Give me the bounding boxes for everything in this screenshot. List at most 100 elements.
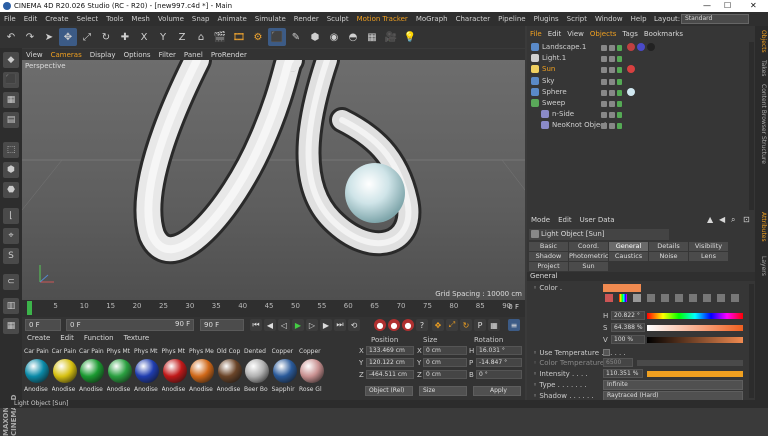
eyedropper-icon[interactable] xyxy=(717,294,725,302)
light-icon[interactable]: 💡 xyxy=(401,28,419,46)
tab-general[interactable]: General xyxy=(609,242,648,251)
menu-mograph[interactable]: MoGraph xyxy=(412,15,452,23)
tab-lens[interactable]: Lens xyxy=(689,252,728,261)
move-plus-icon[interactable]: ✚ xyxy=(116,28,134,46)
object-row[interactable]: Sweep xyxy=(527,98,755,109)
key-position-icon[interactable]: ✥ xyxy=(432,319,444,331)
use-temperature-checkbox[interactable] xyxy=(603,349,610,356)
object-row[interactable]: Sun xyxy=(527,64,755,75)
layer-flag[interactable] xyxy=(601,78,607,85)
menu-snap[interactable]: Snap xyxy=(188,15,214,23)
grid-icon[interactable]: ▥ xyxy=(3,298,19,314)
playhead[interactable] xyxy=(27,301,32,315)
menu-file[interactable]: File xyxy=(0,15,20,23)
material-item[interactable]: Phys Mt Anodise xyxy=(107,348,133,394)
key-scale-icon[interactable]: ⤢ xyxy=(446,319,458,331)
tab-coord[interactable]: Coord. xyxy=(569,242,608,251)
enabled-check[interactable] xyxy=(617,112,622,119)
menu-mesh[interactable]: Mesh xyxy=(127,15,153,23)
rotation-b-field[interactable]: 0 ° xyxy=(476,370,522,379)
material-menu-create[interactable]: Create xyxy=(22,334,55,344)
array-icon[interactable]: ⬢ xyxy=(306,28,324,46)
minimize-button[interactable]: — xyxy=(703,0,711,12)
material-item[interactable]: Car Pain Anodise xyxy=(52,348,78,394)
menu-tools[interactable]: Tools xyxy=(102,15,127,23)
attribute-menu-mode[interactable]: Mode xyxy=(527,216,554,224)
key-help-icon[interactable]: ? xyxy=(416,319,428,331)
viewport-menu-view[interactable]: View xyxy=(22,51,47,59)
end-frame-field[interactable]: 90 F xyxy=(200,319,244,331)
coord-mode-select[interactable]: Object (Rel) xyxy=(365,386,413,396)
menu-animate[interactable]: Animate xyxy=(214,15,251,23)
x-axis-icon[interactable]: X xyxy=(135,28,153,46)
points-mode-icon[interactable]: ⬚ xyxy=(3,142,19,158)
rgb-icon[interactable] xyxy=(647,294,655,302)
menu-sculpt[interactable]: Sculpt xyxy=(323,15,353,23)
tab-visibility[interactable]: Visibility xyxy=(689,242,728,251)
side-tab-content-browser[interactable]: Content Browser xyxy=(756,84,767,134)
autokey-icon[interactable]: ● xyxy=(388,319,400,331)
material-item[interactable]: Phys Me Anodise xyxy=(189,348,215,394)
goto-start-icon[interactable]: ⏮ xyxy=(250,319,262,331)
visibility-flag[interactable] xyxy=(609,89,615,96)
object-flags[interactable] xyxy=(601,78,625,85)
layer-flag[interactable] xyxy=(601,67,607,74)
visibility-flag[interactable] xyxy=(609,78,615,85)
intensity-slider-track[interactable] xyxy=(647,371,743,377)
settings-icon[interactable] xyxy=(731,294,739,302)
object-tag[interactable] xyxy=(627,43,635,51)
object-row[interactable]: NeoKnot Object xyxy=(527,120,755,131)
next-frame-icon[interactable]: ▷ xyxy=(306,319,318,331)
attribute-menu-edit[interactable]: Edit xyxy=(554,216,576,224)
pen-icon[interactable]: ✎ xyxy=(287,28,305,46)
object-tag[interactable] xyxy=(627,87,635,96)
enabled-check[interactable] xyxy=(617,56,622,63)
key-rotation-icon[interactable]: ↻ xyxy=(460,319,472,331)
scale-icon[interactable]: ⤢ xyxy=(78,28,96,46)
color-temperature-slider[interactable] xyxy=(637,360,743,366)
object-tag[interactable] xyxy=(637,43,645,51)
visibility-flag[interactable] xyxy=(609,101,615,107)
model-mode-icon[interactable]: ⬛ xyxy=(3,72,19,88)
play-icon[interactable]: ▶ xyxy=(292,319,304,331)
object-menu-edit[interactable]: Edit xyxy=(545,30,565,38)
material-menu-function[interactable]: Function xyxy=(79,334,119,344)
tab-details[interactable]: Details xyxy=(649,242,688,251)
mixer-icon[interactable] xyxy=(689,294,697,302)
scene-icon[interactable]: ▦ xyxy=(363,28,381,46)
make-editable-icon[interactable]: ◆ xyxy=(3,52,19,68)
tab-basic[interactable]: Basic xyxy=(529,242,568,251)
z-axis-icon[interactable]: Z xyxy=(173,28,191,46)
v-slider[interactable] xyxy=(647,337,743,343)
edges-mode-icon[interactable]: ⬢ xyxy=(3,162,19,178)
object-flags[interactable] xyxy=(601,100,625,107)
workplane-icon[interactable]: ▤ xyxy=(3,112,19,128)
lock-icon[interactable]: ⊡ xyxy=(743,215,750,224)
side-tab-attributes[interactable]: Attributes xyxy=(756,212,767,242)
tab-project[interactable]: Project xyxy=(529,262,568,271)
key-param-icon[interactable]: P xyxy=(474,319,486,331)
subdivision-icon[interactable]: ◉ xyxy=(325,28,343,46)
image-picker-icon[interactable] xyxy=(633,294,641,302)
start-frame-field[interactable]: 0 F xyxy=(25,319,61,331)
type-select[interactable]: Infinite xyxy=(603,380,743,390)
menu-motion-tracker[interactable]: Motion Tracker xyxy=(353,15,412,23)
side-tab-takes[interactable]: Takes xyxy=(756,60,767,76)
undo-icon[interactable]: ↶ xyxy=(2,28,20,46)
menu-volume[interactable]: Volume xyxy=(154,15,188,23)
object-row[interactable]: Light.1 xyxy=(527,53,755,64)
s-slider[interactable] xyxy=(647,325,743,331)
menu-help[interactable]: Help xyxy=(627,15,651,23)
tab-noise[interactable]: Noise xyxy=(649,252,688,261)
timeline-menu-icon[interactable]: ≡ xyxy=(508,319,520,331)
tab-sun[interactable]: Sun xyxy=(569,262,608,271)
h-slider[interactable] xyxy=(647,313,743,319)
maximize-button[interactable]: ☐ xyxy=(724,0,731,12)
menu-window[interactable]: Window xyxy=(591,15,627,23)
object-flags[interactable] xyxy=(601,66,625,74)
material-item[interactable]: Copper Sapphir xyxy=(272,348,298,394)
timeline-ruler[interactable]: 051015202530354045505560657075808590 0 F xyxy=(22,300,525,317)
rotation-p-field[interactable]: -14.847 ° xyxy=(476,358,522,367)
viewport-menu-display[interactable]: Display xyxy=(86,51,120,59)
object-scrollbar[interactable] xyxy=(749,42,754,210)
